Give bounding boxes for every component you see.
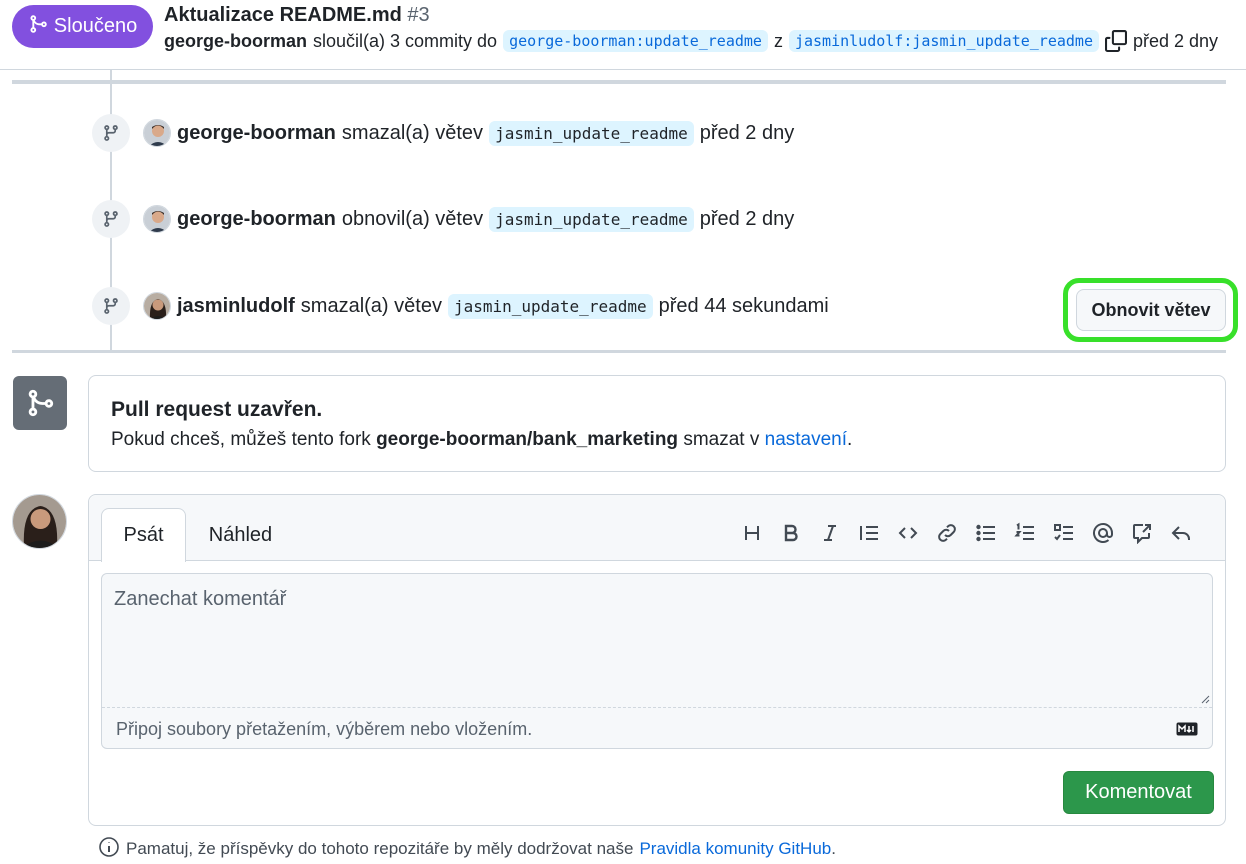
event-actor[interactable]: jasminludolf <box>177 295 295 318</box>
pr-title: Aktualizace README.md #3 <box>164 4 430 27</box>
timeline-rail-top <box>110 70 112 80</box>
attach-hint: Připoj soubory přetažením, výběrem nebo … <box>116 718 533 739</box>
footer-text: Pamatuj, že příspěvky do tohoto repozitá… <box>126 839 634 858</box>
event-action: smazal(a) větev <box>341 121 484 144</box>
event-time: před 2 dny <box>699 207 795 230</box>
italic-icon[interactable] <box>817 520 842 546</box>
pr-header: Sloučeno Aktualizace README.md #3 george… <box>0 0 1246 70</box>
comment-area: Připoj soubory přetažením, výběrem nebo … <box>101 573 1213 749</box>
timeline-event: george-boorman smazal(a) větev jasmin_up… <box>92 114 794 152</box>
settings-link[interactable]: nastavení <box>765 429 847 450</box>
copy-icon[interactable] <box>1104 30 1127 52</box>
closed-title: Pull request uzavřen. <box>111 398 323 421</box>
cross-reference-icon[interactable] <box>1129 520 1154 546</box>
footer-end: . <box>831 839 836 858</box>
mention-icon[interactable] <box>1090 520 1115 546</box>
header-divider <box>12 80 1226 84</box>
pr-closed-notice: Pull request uzavřen. Pokud chceš, můžeš… <box>88 375 1226 472</box>
timeline-divider <box>12 350 1226 353</box>
link-icon[interactable] <box>934 520 959 546</box>
comment-submit-button[interactable]: Komentovat <box>1063 771 1214 814</box>
base-branch-link[interactable]: george-boorman:update_readme <box>503 30 768 52</box>
merge-text: sloučil(a) 3 commity do <box>313 30 498 51</box>
merged-state-badge: Sloučeno <box>12 5 153 48</box>
tab-preview[interactable]: Náhled <box>193 508 288 562</box>
pr-time: před 2 dny <box>1132 30 1219 51</box>
markdown-toolbar <box>739 520 1193 546</box>
git-branch-icon <box>92 114 130 152</box>
ordered-list-icon[interactable] <box>1012 520 1037 546</box>
current-user-avatar[interactable] <box>12 494 67 549</box>
timeline-event-body: george-boorman obnovil(a) větev jasmin_u… <box>143 205 794 233</box>
git-merge-icon <box>13 376 67 430</box>
tab-write[interactable]: Psát <box>101 508 186 562</box>
file-attachment-bar[interactable]: Připoj soubory přetažením, výběrem nebo … <box>102 709 1212 749</box>
heading-icon[interactable] <box>739 520 764 546</box>
head-branch-link[interactable]: jasminludolf:jasmin_update_readme <box>788 30 1099 52</box>
branch-connector: z <box>773 30 783 51</box>
code-icon[interactable] <box>895 520 920 546</box>
timeline-event: jasminludolf smazal(a) větev jasmin_upda… <box>92 287 829 325</box>
composer-header: Psát Náhled <box>89 495 1225 562</box>
closed-text-before: Pokud chceš, můžeš tento fork <box>111 429 371 450</box>
closed-text-middle: smazat v <box>683 429 760 450</box>
unordered-list-icon[interactable] <box>973 520 998 546</box>
task-list-icon[interactable] <box>1051 520 1076 546</box>
pr-meta: george-boorman sloučil(a) 3 commity do g… <box>164 28 1218 54</box>
git-branch-icon <box>92 287 130 325</box>
git-merge-icon <box>28 14 48 40</box>
event-actor[interactable]: george-boorman <box>177 208 336 231</box>
pr-title-text: Aktualizace README.md <box>164 4 402 26</box>
info-icon <box>98 836 120 863</box>
merged-state-label: Sloučeno <box>53 15 138 37</box>
resize-handle-icon[interactable] <box>1200 694 1210 704</box>
event-actor[interactable]: george-boorman <box>177 122 336 145</box>
avatar[interactable] <box>143 292 171 320</box>
event-branch[interactable]: jasmin_update_readme <box>489 120 694 146</box>
timeline-event-body: george-boorman smazal(a) větev jasmin_up… <box>143 119 794 147</box>
event-action: smazal(a) větev <box>300 294 442 317</box>
git-branch-icon <box>92 200 130 238</box>
bold-icon[interactable] <box>778 520 803 546</box>
timeline-event-body: jasminludolf smazal(a) větev jasmin_upda… <box>143 292 829 320</box>
closed-text-after: . <box>847 429 853 450</box>
fork-repo-name: george-boorman/bank_marketing <box>376 429 679 450</box>
comment-composer: Psát Náhled Zanechat komentář Připoj sou… <box>88 494 1226 826</box>
community-guidelines-link[interactable]: Pravidla komunity GitHub <box>639 839 831 859</box>
avatar[interactable] <box>143 205 171 233</box>
event-time: před 2 dny <box>699 121 795 144</box>
event-branch[interactable]: jasmin_update_readme <box>447 293 653 319</box>
quote-icon[interactable] <box>856 520 881 546</box>
markdown-icon[interactable] <box>1176 722 1198 736</box>
event-time: před 44 sekundami <box>658 294 829 317</box>
comment-textarea[interactable] <box>102 574 1212 708</box>
timeline-event: george-boorman obnovil(a) větev jasmin_u… <box>92 200 794 238</box>
reply-icon[interactable] <box>1168 520 1193 546</box>
pr-number: #3 <box>407 4 430 26</box>
event-branch[interactable]: jasmin_update_readme <box>489 206 694 232</box>
event-action: obnovil(a) větev <box>341 207 484 230</box>
community-guidelines-note: Pamatuj, že příspěvky do tohoto repozitá… <box>98 835 836 863</box>
closed-text: Pokud chceš, můžeš tento fork george-boo… <box>111 429 852 451</box>
restore-branch-button[interactable]: Obnovit větev <box>1076 289 1226 331</box>
avatar[interactable] <box>143 119 171 147</box>
pr-author-link[interactable]: george-boorman <box>164 31 307 52</box>
